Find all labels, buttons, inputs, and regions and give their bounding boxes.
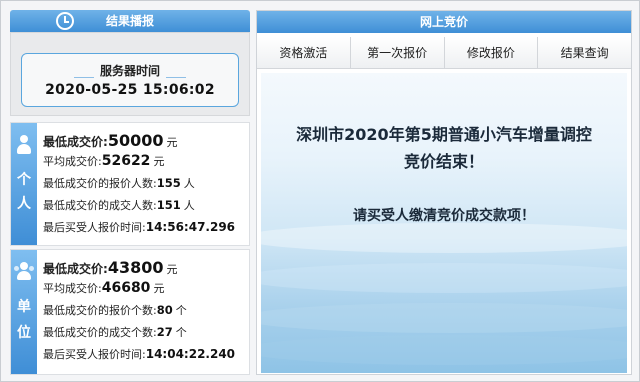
personal-tab-char: 个 xyxy=(17,172,31,188)
unit-results-section: 单 位 最低成交价: 43800 元 平均成交价: 46680 元 最低成交价的… xyxy=(10,249,250,375)
stat-unit: 人 xyxy=(183,199,195,212)
stat-row: 平均成交价: 46680 元 xyxy=(43,280,248,302)
stat-unit: 人 xyxy=(183,177,195,190)
stat-unit: 元 xyxy=(153,155,165,168)
sea-background xyxy=(261,223,627,253)
clock-icon xyxy=(56,12,74,30)
results-broadcast-title: 结果播报 xyxy=(105,14,154,28)
results-broadcast-panel: 结果播报 服务器时间 2020-05-25 15:06:02 个 人 最低成交价… xyxy=(10,10,250,375)
stat-row: 最后买受人报价时间: 14:56:47.296 xyxy=(43,219,248,241)
payment-reminder: 请买受人缴清竞价成交款项！ xyxy=(353,208,535,224)
server-time-label: 服务器时间 xyxy=(99,64,160,78)
stat-unit: 元 xyxy=(166,263,178,276)
stat-unit: 元 xyxy=(153,282,165,295)
stat-label: 最低成交价: xyxy=(43,262,108,276)
online-bidding-header: 网上竞价 xyxy=(257,11,631,33)
tab-result-query[interactable]: 结果查询 xyxy=(538,37,631,68)
stat-row: 最后买受人报价时间: 14:04:22.240 xyxy=(43,346,248,368)
stat-row: 最低成交价的报价人数: 155 人 xyxy=(43,175,248,197)
stat-label: 最后买受人报价时间: xyxy=(43,348,146,361)
unit-tab: 单 位 xyxy=(11,250,37,374)
unit-tab-char: 位 xyxy=(17,325,31,341)
bidding-end-line1: 深圳市2020年第5期普通小汽车增量调控 xyxy=(296,125,592,144)
sea-background xyxy=(261,303,627,333)
sea-background xyxy=(261,335,627,365)
stat-label: 平均成交价: xyxy=(43,282,102,295)
stat-value: 14:04:22.240 xyxy=(145,347,236,361)
stat-value: 80 xyxy=(156,303,173,317)
stat-row: 最低成交价的成交人数: 151 人 xyxy=(43,197,248,219)
online-bidding-panel: 网上竞价 资格激活 第一次报价 修改报价 结果查询 深圳市2020年第5期普通小… xyxy=(256,10,632,375)
stat-row: 最低成交价的成交个数: 27 个 xyxy=(43,324,248,346)
bidding-tabs: 资格激活 第一次报价 修改报价 结果查询 xyxy=(257,37,631,69)
stat-value: 46680 xyxy=(101,280,151,296)
server-time-card: 服务器时间 2020-05-25 15:06:02 xyxy=(21,53,239,107)
personal-tab-char: 人 xyxy=(17,196,31,212)
group-icon xyxy=(14,262,34,282)
stat-value: 155 xyxy=(156,176,181,190)
tab-qualification-activation[interactable]: 资格激活 xyxy=(257,37,351,68)
stat-value: 14:56:47.296 xyxy=(145,220,236,234)
stat-label: 平均成交价: xyxy=(43,155,102,168)
personal-stats: 最低成交价: 50000 元 平均成交价: 52622 元 最低成交价的报价人数… xyxy=(43,131,248,241)
stat-label: 最低成交价的成交个数: xyxy=(43,326,157,339)
bidding-end-title: 深圳市2020年第5期普通小汽车增量调控 竞价结束！ xyxy=(261,121,627,175)
personal-tab: 个 人 xyxy=(11,123,37,245)
stat-label: 最后买受人报价时间: xyxy=(43,221,146,234)
sea-background xyxy=(261,263,627,293)
personal-results-section: 个 人 最低成交价: 50000 元 平均成交价: 52622 元 最低成交价的… xyxy=(10,122,250,246)
stat-value: 50000 xyxy=(107,131,164,150)
stat-label: 最低成交价的报价人数: xyxy=(43,177,157,190)
stat-value: 27 xyxy=(156,325,173,339)
server-time-box: 服务器时间 2020-05-25 15:06:02 xyxy=(10,32,250,116)
stat-row: 最低成交价: 43800 元 xyxy=(43,258,248,280)
stat-unit: 个 xyxy=(175,304,187,317)
stat-row: 最低成交价: 50000 元 xyxy=(43,131,248,153)
bidding-end-line2: 竞价结束！ xyxy=(403,152,484,171)
bidding-message-area: 深圳市2020年第5期普通小汽车增量调控 竞价结束！ 请买受人缴清竞价成交款项！ xyxy=(261,73,627,373)
stat-label: 最低成交价: xyxy=(43,135,108,149)
server-time-value: 2020-05-25 15:06:02 xyxy=(45,82,215,98)
unit-tab-char: 单 xyxy=(17,299,31,315)
stat-unit: 元 xyxy=(166,136,178,149)
unit-stats: 最低成交价: 43800 元 平均成交价: 46680 元 最低成交价的报价个数… xyxy=(43,258,248,368)
stat-value: 52622 xyxy=(101,153,151,169)
person-icon xyxy=(17,135,31,155)
stat-row: 平均成交价: 52622 元 xyxy=(43,153,248,175)
stat-label: 最低成交价的成交人数: xyxy=(43,199,157,212)
tab-first-bid[interactable]: 第一次报价 xyxy=(350,37,445,68)
stat-value: 43800 xyxy=(107,258,164,277)
stat-unit: 个 xyxy=(175,326,187,339)
stat-row: 最低成交价的报价个数: 80 个 xyxy=(43,302,248,324)
tab-modify-bid[interactable]: 修改报价 xyxy=(444,37,539,68)
stat-value: 151 xyxy=(156,198,181,212)
results-broadcast-header: 结果播报 xyxy=(10,10,250,32)
stat-label: 最低成交价的报价个数: xyxy=(43,304,157,317)
